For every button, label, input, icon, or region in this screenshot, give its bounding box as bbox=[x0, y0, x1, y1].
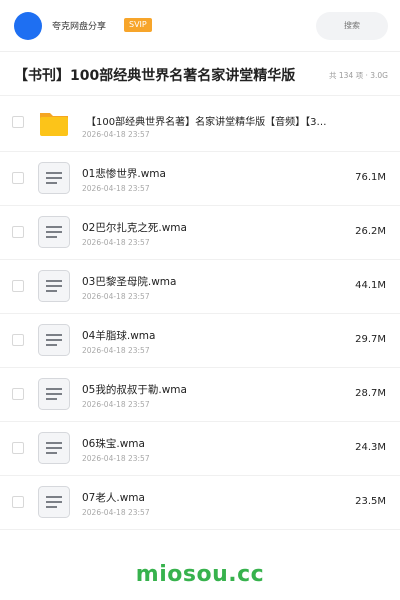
file-size: 44.1M bbox=[355, 280, 386, 291]
file-date: 2026-04-18 23:57 bbox=[82, 454, 150, 463]
file-name[interactable]: 01悲惨世界.wma bbox=[82, 166, 166, 181]
list-item[interactable]: 04羊脂球.wma 2026-04-18 23:57 29.7M bbox=[0, 314, 400, 368]
folder-icon bbox=[38, 108, 70, 140]
file-date: 2026-04-18 23:57 bbox=[82, 184, 150, 193]
file-date: 2026-04-18 23:57 bbox=[82, 508, 150, 517]
file-date: 2026-04-18 23:57 bbox=[82, 292, 150, 301]
document-icon bbox=[38, 324, 70, 356]
file-name[interactable]: 【100部经典世界名著】名家讲堂精华版【音频】【3… bbox=[86, 113, 326, 128]
document-icon bbox=[38, 486, 70, 518]
file-date: 2026-04-18 23:57 bbox=[82, 130, 150, 139]
document-icon bbox=[38, 378, 70, 410]
select-checkbox[interactable] bbox=[12, 442, 24, 454]
file-date: 2026-04-18 23:57 bbox=[82, 346, 150, 355]
file-size: 29.7M bbox=[355, 334, 386, 345]
share-meta: 共 134 项 · 3.0G bbox=[329, 71, 388, 80]
file-name[interactable]: 06珠宝.wma bbox=[82, 436, 145, 451]
file-size: 28.7M bbox=[355, 388, 386, 399]
document-icon bbox=[38, 216, 70, 248]
file-size: 24.3M bbox=[355, 442, 386, 453]
select-checkbox[interactable] bbox=[12, 172, 24, 184]
file-name[interactable]: 02巴尔扎克之死.wma bbox=[82, 220, 187, 235]
list-item[interactable]: 01悲惨世界.wma 2026-04-18 23:57 76.1M bbox=[0, 152, 400, 206]
select-checkbox[interactable] bbox=[12, 388, 24, 400]
list-item[interactable]: 03巴黎圣母院.wma 2026-04-18 23:57 44.1M bbox=[0, 260, 400, 314]
select-checkbox[interactable] bbox=[12, 496, 24, 508]
watermark: miosou.cc bbox=[135, 562, 265, 587]
file-size: 26.2M bbox=[355, 226, 386, 237]
file-name[interactable]: 05我的叔叔于勒.wma bbox=[82, 382, 187, 397]
document-icon bbox=[38, 432, 70, 464]
share-title-row: 【书刊】100部经典世界名著名家讲堂精华版 共 134 项 · 3.0G bbox=[0, 52, 400, 96]
share-title: 【书刊】100部经典世界名著名家讲堂精华版 bbox=[14, 68, 296, 84]
svip-badge: SVIP bbox=[124, 18, 152, 32]
select-checkbox[interactable] bbox=[12, 226, 24, 238]
search-input[interactable] bbox=[316, 12, 388, 40]
document-icon bbox=[38, 162, 70, 194]
select-checkbox[interactable] bbox=[12, 280, 24, 292]
file-name[interactable]: 04羊脂球.wma bbox=[82, 328, 155, 343]
file-name[interactable]: 07老人.wma bbox=[82, 490, 145, 505]
brand-name: 夸克网盘分享 bbox=[52, 22, 107, 32]
list-item[interactable]: 06珠宝.wma 2026-04-18 23:57 24.3M bbox=[0, 422, 400, 476]
file-date: 2026-04-18 23:57 bbox=[82, 238, 150, 247]
select-checkbox[interactable] bbox=[12, 116, 24, 128]
list-item[interactable]: 【100部经典世界名著】名家讲堂精华版【音频】【3… 2026-04-18 23… bbox=[0, 96, 400, 152]
file-name[interactable]: 03巴黎圣母院.wma bbox=[82, 274, 176, 289]
file-size: 23.5M bbox=[355, 496, 386, 507]
file-date: 2026-04-18 23:57 bbox=[82, 400, 150, 409]
file-size: 76.1M bbox=[355, 172, 386, 183]
share-page: 夸克网盘分享 SVIP 【书刊】100部经典世界名著名家讲堂精华版 共 134 … bbox=[0, 0, 400, 600]
list-item[interactable]: 02巴尔扎克之死.wma 2026-04-18 23:57 26.2M bbox=[0, 206, 400, 260]
list-item[interactable]: 07老人.wma 2026-04-18 23:57 23.5M bbox=[0, 476, 400, 530]
avatar[interactable] bbox=[14, 12, 42, 40]
header: 夸克网盘分享 SVIP bbox=[0, 0, 400, 52]
document-icon bbox=[38, 270, 70, 302]
select-checkbox[interactable] bbox=[12, 334, 24, 346]
list-item[interactable]: 05我的叔叔于勒.wma 2026-04-18 23:57 28.7M bbox=[0, 368, 400, 422]
file-list: 【100部经典世界名著】名家讲堂精华版【音频】【3… 2026-04-18 23… bbox=[0, 96, 400, 530]
